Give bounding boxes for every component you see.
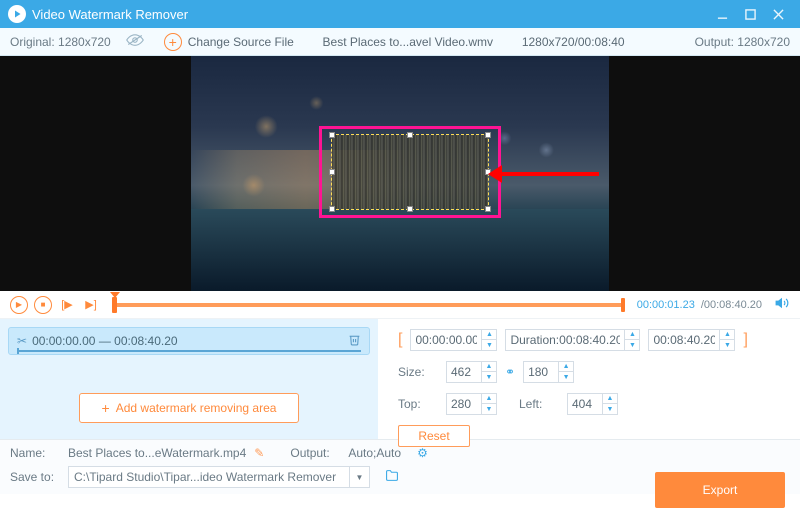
add-area-button[interactable]: + Add watermark removing area	[79, 393, 299, 423]
left-input[interactable]: ▲▼	[567, 393, 618, 415]
top-label: Top:	[398, 397, 438, 411]
spin-down[interactable]: ▼	[482, 372, 496, 382]
app-title: Video Watermark Remover	[32, 7, 708, 22]
settings-panels: ✂ 00:00:00.00 — 00:08:40.20 + Add waterm…	[0, 319, 800, 439]
plus-icon: +	[164, 33, 182, 51]
name-label: Name:	[10, 446, 60, 460]
output-settings-button[interactable]: ⚙	[417, 446, 428, 460]
change-source-label: Change Source File	[188, 35, 294, 49]
app-logo-icon	[8, 5, 26, 23]
video-preview[interactable]	[0, 56, 800, 291]
delete-segment-button[interactable]	[348, 333, 361, 349]
saveto-label: Save to:	[10, 470, 60, 484]
current-time: 00:00:01.23	[637, 299, 695, 311]
saveto-input[interactable]: ▼	[68, 466, 370, 488]
output-filename: Best Places to...eWatermark.mp4	[68, 446, 246, 460]
resize-handle[interactable]	[329, 132, 335, 138]
spin-up[interactable]: ▲	[482, 394, 496, 404]
resize-handle[interactable]	[329, 169, 335, 175]
reset-button[interactable]: Reset	[398, 425, 470, 447]
time-range-row: [ ▲▼ ▲▼ ▲▼ ]	[398, 329, 780, 351]
spin-up[interactable]: ▲	[482, 330, 496, 340]
resize-handle[interactable]	[407, 206, 413, 212]
size-label: Size:	[398, 365, 438, 379]
playback-controls: ▶ ■ [▶ ▶] 00:00:01.23/00:08:40.20	[0, 291, 800, 319]
start-time-input[interactable]: ▲▼	[410, 329, 497, 351]
preview-toggle-icon[interactable]	[126, 34, 144, 49]
spin-down[interactable]: ▼	[625, 340, 639, 350]
link-icon[interactable]: ⚭	[505, 365, 515, 379]
height-input[interactable]: ▲▼	[523, 361, 574, 383]
width-input[interactable]: ▲▼	[446, 361, 497, 383]
source-filename: Best Places to...avel Video.wmv	[294, 35, 522, 49]
total-time: /00:08:40.20	[701, 299, 762, 311]
timeline-end-marker[interactable]	[621, 298, 625, 312]
bracket-right: ]	[743, 331, 747, 349]
timeline-slider[interactable]	[112, 300, 625, 310]
bracket-left: [	[398, 331, 402, 349]
plus-icon: +	[102, 400, 110, 416]
properties-panel: [ ▲▼ ▲▼ ▲▼ ] Size: ▲▼ ⚭ ▲▼ Top: ▲▼ Left:…	[378, 319, 800, 439]
change-source-button[interactable]: + Change Source File	[164, 33, 294, 51]
titlebar: Video Watermark Remover	[0, 0, 800, 28]
size-row: Size: ▲▼ ⚭ ▲▼	[398, 361, 780, 383]
resize-handle[interactable]	[329, 206, 335, 212]
spin-up[interactable]: ▲	[559, 362, 573, 372]
spin-down[interactable]: ▼	[482, 340, 496, 350]
output-dimensions: Output: 1280x720	[695, 35, 790, 49]
segments-panel: ✂ 00:00:00.00 — 00:08:40.20 + Add waterm…	[0, 319, 378, 439]
annotation-arrow	[491, 172, 599, 176]
saveto-dropdown[interactable]: ▼	[349, 467, 369, 487]
output-format: Auto;Auto	[348, 446, 401, 460]
resize-handle[interactable]	[407, 132, 413, 138]
mark-out-button[interactable]: ▶]	[82, 298, 100, 312]
left-label: Left:	[519, 397, 559, 411]
spin-down[interactable]: ▼	[720, 340, 734, 350]
close-button[interactable]	[764, 0, 792, 28]
spin-down[interactable]: ▼	[559, 372, 573, 382]
spin-up[interactable]: ▲	[720, 330, 734, 340]
maximize-button[interactable]	[736, 0, 764, 28]
resize-handle[interactable]	[485, 206, 491, 212]
stop-button[interactable]: ■	[34, 296, 52, 314]
spin-up[interactable]: ▲	[603, 394, 617, 404]
volume-button[interactable]	[774, 296, 790, 313]
export-button[interactable]: Export	[655, 472, 785, 508]
end-time-input[interactable]: ▲▼	[648, 329, 735, 351]
add-area-label: Add watermark removing area	[116, 401, 277, 415]
segment-item[interactable]: ✂ 00:00:00.00 — 00:08:40.20	[8, 327, 370, 355]
play-button[interactable]: ▶	[10, 296, 28, 314]
minimize-button[interactable]	[708, 0, 736, 28]
source-info: 1280x720/00:08:40	[522, 35, 625, 49]
video-frame	[191, 56, 609, 291]
original-dimensions: Original: 1280x720	[10, 35, 111, 49]
edit-name-button[interactable]: ✎	[254, 446, 264, 460]
info-bar: Original: 1280x720 + Change Source File …	[0, 28, 800, 56]
scissors-icon: ✂	[17, 334, 27, 348]
spin-up[interactable]: ▲	[625, 330, 639, 340]
segment-times: 00:00:00.00 — 00:08:40.20	[32, 334, 348, 348]
timeline-start-marker[interactable]	[112, 297, 117, 313]
position-row: Top: ▲▼ Left: ▲▼	[398, 393, 780, 415]
duration-input[interactable]: ▲▼	[505, 329, 640, 351]
resize-handle[interactable]	[485, 132, 491, 138]
top-input[interactable]: ▲▼	[446, 393, 497, 415]
name-output-row: Name: Best Places to...eWatermark.mp4 ✎ …	[10, 446, 790, 460]
spin-down[interactable]: ▼	[603, 404, 617, 414]
watermark-selection[interactable]	[331, 134, 489, 210]
spin-up[interactable]: ▲	[482, 362, 496, 372]
open-folder-button[interactable]	[384, 469, 400, 485]
spin-down[interactable]: ▼	[482, 404, 496, 414]
mark-in-button[interactable]: [▶	[58, 298, 76, 312]
output-label: Output:	[290, 446, 340, 460]
